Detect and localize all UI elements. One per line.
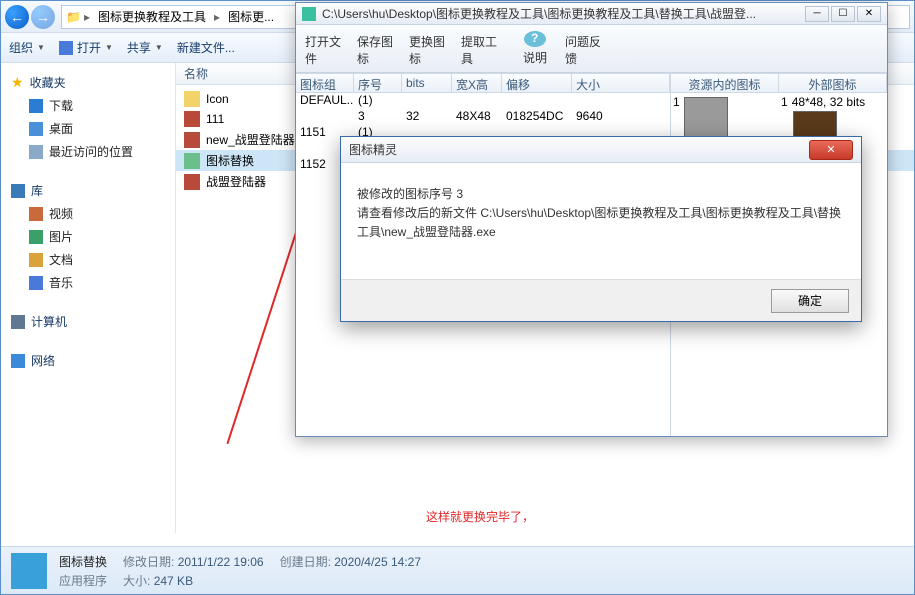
folder-icon [184, 91, 200, 107]
external-icons-header: 外部图标 [779, 73, 887, 93]
dialog-message-line: 被修改的图标序号 3 [357, 185, 845, 204]
pictures-icon [29, 230, 43, 244]
status-filetype: 应用程序 [59, 572, 107, 589]
sidebar-recent[interactable]: 最近访问的位置 [1, 140, 175, 163]
app-icon [184, 132, 200, 148]
message-dialog: 图标精灵 ✕ 被修改的图标序号 3 请查看修改后的新文件 C:\Users\hu… [340, 136, 862, 322]
video-icon [29, 207, 43, 221]
file-type-icon [11, 553, 47, 589]
close-button[interactable]: ✕ [857, 6, 881, 22]
documents-icon [29, 253, 43, 267]
open-button[interactable]: 打开▼ [59, 39, 113, 56]
th-seq[interactable]: 序号 [354, 74, 402, 92]
sidebar-documents[interactable]: 文档 [1, 248, 175, 271]
window-title: C:\Users\hu\Desktop\图标更换教程及工具\图标更换教程及工具\… [322, 5, 799, 22]
dialog-body: 被修改的图标序号 3 请查看修改后的新文件 C:\Users\hu\Deskto… [341, 163, 861, 279]
help-icon [524, 31, 546, 47]
th-wh[interactable]: 宽X高 [452, 74, 502, 92]
status-filename: 图标替换 [59, 553, 107, 570]
nav-forward-button[interactable]: → [31, 5, 55, 29]
minimize-button[interactable]: ─ [805, 6, 829, 22]
save-icon-button[interactable]: 保存图标 [354, 28, 404, 69]
chevron-down-icon: ▼ [37, 43, 45, 52]
icon-thumbnail [684, 97, 728, 141]
app-icon [184, 153, 200, 169]
annotation-text: 这样就更换完毕了， [426, 508, 534, 525]
swap-icon-button[interactable]: 更换图标 [406, 28, 456, 69]
music-icon [29, 276, 43, 290]
star-icon: ★ [11, 74, 24, 91]
sidebar-desktop[interactable]: 桌面 [1, 117, 175, 140]
organize-button[interactable]: 组织▼ [9, 39, 45, 56]
sidebar-library[interactable]: 库 [1, 179, 175, 202]
dialog-titlebar[interactable]: 图标精灵 ✕ [341, 137, 861, 163]
th-size[interactable]: 大小 [572, 74, 670, 92]
sidebar: ★收藏夹 下载 桌面 最近访问的位置 库 视频 图片 文档 音乐 计算机 网络 [1, 63, 176, 533]
ok-button[interactable]: 确定 [771, 289, 849, 313]
open-file-button[interactable]: 打开文件 [302, 28, 352, 69]
breadcrumb-segment[interactable]: 图标更换教程及工具 [94, 6, 210, 27]
computer-icon [11, 315, 25, 329]
dialog-close-button[interactable]: ✕ [809, 140, 853, 160]
th-group[interactable]: 图标组 [296, 74, 354, 92]
new-folder-button[interactable]: 新建文件... [177, 39, 235, 56]
maximize-button[interactable]: ☐ [831, 6, 855, 22]
chevron-down-icon: ▼ [155, 43, 163, 52]
breadcrumb-segment[interactable]: 图标更... [224, 6, 278, 27]
app-toolbar: 打开文件 保存图标 更换图标 提取工具 说明 问题反馈 [296, 25, 887, 73]
resource-icons-header: 资源内的图标 [671, 73, 779, 93]
th-offset[interactable]: 偏移 [502, 74, 572, 92]
sidebar-network[interactable]: 网络 [1, 349, 175, 372]
sidebar-music[interactable]: 音乐 [1, 271, 175, 294]
sidebar-computer[interactable]: 计算机 [1, 310, 175, 333]
app-icon [184, 174, 200, 190]
nav-back-button[interactable]: ← [5, 5, 29, 29]
network-icon [11, 354, 25, 368]
help-button[interactable]: 说明 [510, 28, 560, 69]
titlebar[interactable]: C:\Users\hu\Desktop\图标更换教程及工具\图标更换教程及工具\… [296, 3, 887, 25]
resource-icon-item[interactable]: 1 [673, 95, 777, 141]
table-row[interactable]: DEFAUL...(1) [296, 93, 670, 109]
sidebar-downloads[interactable]: 下载 [1, 94, 175, 117]
sidebar-video[interactable]: 视频 [1, 202, 175, 225]
dialog-message-line: 请查看修改后的新文件 C:\Users\hu\Desktop\图标更换教程及工具… [357, 204, 845, 242]
desktop-icon [29, 122, 43, 136]
app-icon [302, 7, 316, 21]
feedback-button[interactable]: 问题反馈 [562, 28, 612, 69]
library-icon [11, 184, 25, 198]
share-button[interactable]: 共享▼ [127, 39, 163, 56]
recent-icon [29, 145, 43, 159]
column-name[interactable]: 名称 [176, 65, 216, 82]
chevron-right-icon: ▸ [214, 10, 220, 24]
sidebar-favorites[interactable]: ★收藏夹 [1, 71, 175, 94]
chevron-right-icon: ▸ [84, 10, 90, 24]
sidebar-pictures[interactable]: 图片 [1, 225, 175, 248]
th-bits[interactable]: bits [402, 74, 452, 92]
dialog-title: 图标精灵 [349, 141, 809, 158]
download-icon [29, 99, 43, 113]
chevron-down-icon: ▼ [105, 43, 113, 52]
folder-icon: 📁 [66, 10, 80, 24]
extract-tool-button[interactable]: 提取工具 [458, 28, 508, 69]
table-row[interactable]: 33248X48018254DC9640 [296, 109, 670, 125]
app-icon [184, 111, 200, 127]
external-icon-item[interactable]: 148*48, 32 bits [781, 95, 885, 109]
status-bar: 图标替换 修改日期: 2011/1/22 19:06 创建日期: 2020/4/… [1, 546, 914, 594]
